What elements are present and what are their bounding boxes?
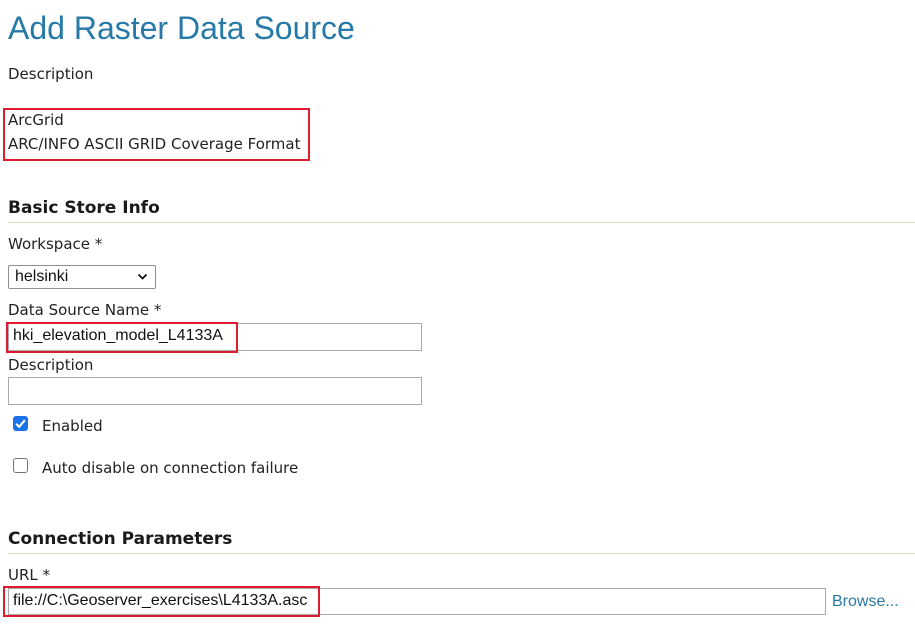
page-title: Add Raster Data Source [8, 10, 355, 46]
browse-link[interactable]: Browse... [832, 593, 899, 611]
auto-disable-label: Auto disable on connection failure [42, 459, 299, 477]
highlight-box-url [3, 586, 320, 617]
workspace-select[interactable]: helsinki [8, 265, 156, 289]
chevron-down-icon [137, 273, 148, 280]
basic-store-info-heading: Basic Store Info [8, 198, 160, 218]
data-source-name-label: Data Source Name * [8, 301, 162, 319]
workspace-label: Workspace * [8, 235, 103, 253]
url-label: URL * [8, 566, 51, 584]
store-type: ArcGrid [8, 111, 64, 129]
workspace-select-value: helsinki [15, 268, 69, 285]
connection-parameters-heading: Connection Parameters [8, 529, 233, 549]
auto-disable-checkbox[interactable] [13, 458, 28, 473]
section-divider [8, 222, 915, 223]
checkmark-icon [15, 419, 26, 429]
highlight-box-name [6, 322, 238, 353]
enabled-label: Enabled [42, 417, 103, 435]
enabled-checkbox[interactable] [13, 416, 28, 431]
description-heading: Description [8, 65, 94, 83]
description-field-label: Description [8, 356, 94, 374]
description-input[interactable] [8, 377, 422, 405]
store-format: ARC/INFO ASCII GRID Coverage Format [8, 135, 301, 153]
section-divider [8, 553, 915, 554]
